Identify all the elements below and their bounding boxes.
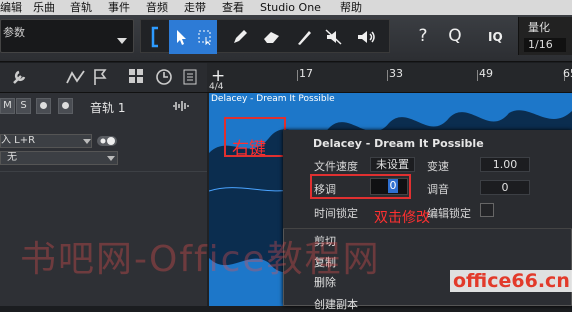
waveform-icon <box>173 101 189 111</box>
tune-label: 调音 <box>427 183 449 196</box>
menu-bar: 编辑 乐曲 音轨 事件 音频 走带 查看 Studio One 帮助 <box>0 0 572 15</box>
popup-title: Delacey - Dream It Possible <box>313 137 484 150</box>
track-name[interactable]: 音轨 1 <box>90 99 125 116</box>
bracket-icon[interactable] <box>141 20 169 54</box>
menu-track[interactable]: 音轨 <box>70 0 92 15</box>
file-tempo-value[interactable]: 未设置 <box>370 157 415 172</box>
tune-value[interactable]: 0 <box>480 180 530 195</box>
iq-button[interactable]: IQ <box>488 30 503 44</box>
editlock-checkbox[interactable] <box>480 203 494 217</box>
mute-tool-icon[interactable] <box>319 20 349 54</box>
menu-divider <box>283 228 572 229</box>
chevron-down-icon <box>83 139 91 144</box>
track-list-icon[interactable] <box>182 68 198 86</box>
output-label: 无 <box>7 152 17 163</box>
tool-strip <box>140 19 390 54</box>
preset-selector[interactable]: 参数 <box>0 19 134 53</box>
time-signature: 4/4 <box>209 82 224 92</box>
watermark: 书吧网-Office教程网 <box>20 239 381 280</box>
input-label: 入 L+R <box>1 135 36 146</box>
track-toolbar <box>0 63 207 93</box>
transpose-callout <box>310 174 411 199</box>
mute-button[interactable]: M <box>0 98 15 114</box>
menu-help[interactable]: 帮助 <box>340 0 362 15</box>
speed-label: 变速 <box>427 160 449 173</box>
solo-button[interactable]: S <box>16 98 31 114</box>
chevron-down-icon <box>117 38 127 44</box>
record-button[interactable] <box>36 98 51 114</box>
paint-icon[interactable] <box>289 20 319 54</box>
flag-icon[interactable] <box>92 68 108 86</box>
quantize-label: 量化 <box>528 21 550 34</box>
chevron-down-icon <box>107 156 115 161</box>
ruler-mark: 65 <box>563 67 572 80</box>
wrench-icon[interactable] <box>10 68 30 86</box>
ruler-mark: 49 <box>479 67 493 80</box>
zoom-icon[interactable]: Q <box>442 19 468 53</box>
divider <box>0 171 207 172</box>
speaker-icon[interactable] <box>351 20 381 54</box>
menu-audio[interactable]: 音频 <box>146 0 168 15</box>
ruler-mark: 17 <box>299 67 313 80</box>
clock-icon[interactable] <box>155 68 173 86</box>
editlock-label: 编辑锁定 <box>427 207 471 220</box>
timelock-label: 时间锁定 <box>314 207 358 220</box>
toggle-icon[interactable] <box>96 134 118 148</box>
menu-view[interactable]: 查看 <box>222 0 244 15</box>
ruler-mark: 33 <box>389 67 403 80</box>
monitor-icon[interactable] <box>58 98 73 114</box>
right-click-label: 右键 <box>232 139 266 159</box>
eraser-icon[interactable] <box>257 20 287 54</box>
preset-label: 参数 <box>3 26 25 39</box>
menu-studio-one[interactable]: Studio One <box>260 0 321 15</box>
arrow-tool-icon[interactable] <box>169 20 193 54</box>
input-select[interactable]: 入 L+R <box>0 134 92 148</box>
menu-event[interactable]: 事件 <box>108 0 130 15</box>
file-tempo-label: 文件速度 <box>314 160 358 173</box>
grid-icon[interactable] <box>128 68 144 84</box>
range-tool-icon[interactable] <box>193 20 217 54</box>
menu-song[interactable]: 乐曲 <box>33 0 55 15</box>
automation-icon[interactable] <box>66 69 86 85</box>
pencil-icon[interactable] <box>225 20 255 54</box>
clip-title: Delacey - Dream It Possible <box>211 94 335 104</box>
double-click-label: 双击修改 <box>374 210 430 226</box>
speed-value[interactable]: 1.00 <box>480 157 530 172</box>
help-icon[interactable]: ? <box>410 19 436 53</box>
site-watermark: office66.cn <box>450 270 572 292</box>
menu-transport[interactable]: 走带 <box>184 0 206 15</box>
quantize-value[interactable]: 1/16 <box>524 38 566 52</box>
output-select[interactable]: 无 <box>0 151 118 165</box>
menu-duplicate[interactable]: 创建副本 <box>314 296 358 312</box>
menu-edit[interactable]: 编辑 <box>0 0 22 15</box>
